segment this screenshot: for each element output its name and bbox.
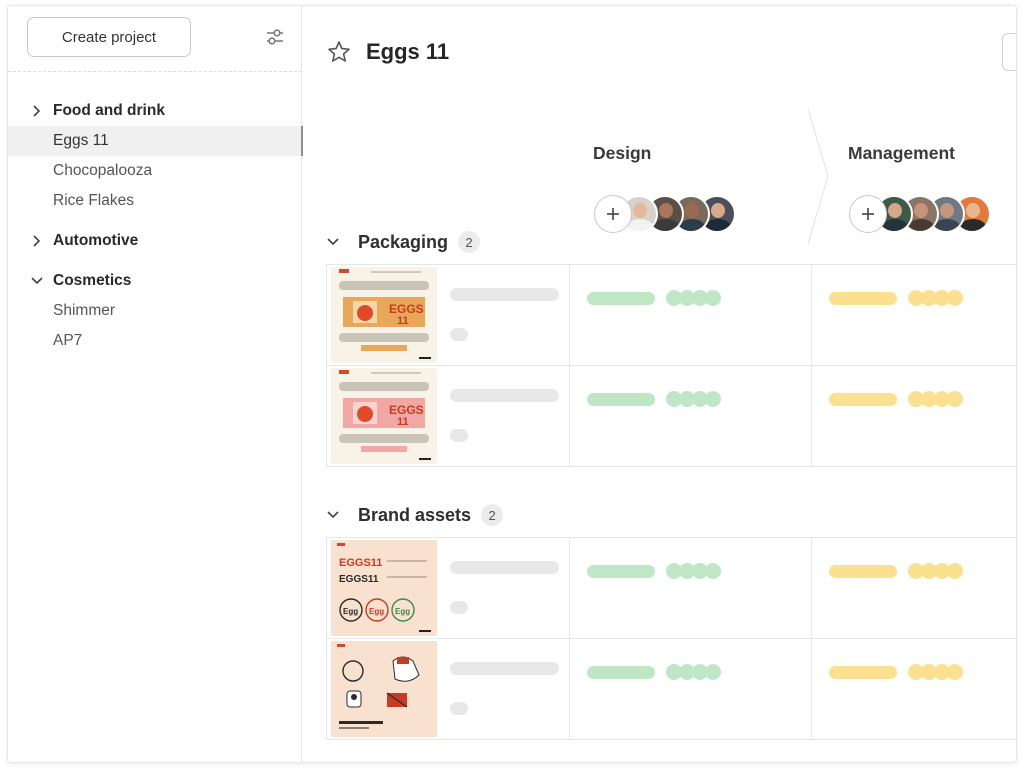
- brand-assets-table: EGGS11 EGGS11 Egg Egg Egg: [326, 537, 1016, 740]
- management-status-bar[interactable]: [829, 393, 897, 406]
- title-skeleton: [450, 561, 559, 574]
- management-reviewer-dots: [908, 563, 963, 579]
- sidebar: Create project Food and drink Eggs 11 Ch…: [8, 6, 303, 762]
- management-status-bar[interactable]: [829, 565, 897, 578]
- tree-item-shimmer[interactable]: Shimmer: [8, 296, 302, 326]
- svg-text:EGGS: EGGS: [389, 403, 424, 417]
- tree-item-label: Eggs 11: [53, 132, 109, 149]
- tree-group-label: Cosmetics: [53, 272, 132, 289]
- svg-text:Egg: Egg: [395, 607, 410, 616]
- svg-text:EGGS11: EGGS11: [339, 557, 382, 569]
- design-assignees: [594, 195, 736, 233]
- table-row[interactable]: [326, 639, 1016, 740]
- tree-item-label: Rice Flakes: [53, 192, 134, 209]
- add-assignee-button[interactable]: [594, 195, 632, 233]
- management-reviewer-dots: [908, 290, 963, 306]
- chevron-down-icon: [31, 277, 43, 285]
- stage-separator-chevron: [807, 109, 829, 244]
- table-row[interactable]: EGGS 11: [326, 265, 1016, 366]
- stage-header-management: Management: [848, 143, 955, 163]
- group-header-packaging[interactable]: Packaging 2: [326, 228, 481, 256]
- tree-group-cosmetics[interactable]: Cosmetics: [8, 266, 302, 296]
- meta-skeleton: [450, 429, 468, 442]
- svg-text:EGGS: EGGS: [389, 302, 424, 316]
- tree-item-rice-flakes[interactable]: Rice Flakes: [8, 186, 302, 216]
- table-row[interactable]: EGGS11 EGGS11 Egg Egg Egg: [326, 538, 1016, 639]
- asset-thumbnail[interactable]: EGGS 11: [331, 267, 437, 363]
- svg-text:11: 11: [397, 315, 409, 327]
- asset-thumbnail[interactable]: EGGS 11: [331, 368, 437, 464]
- management-status-bar[interactable]: [829, 666, 897, 679]
- tree-group-label: Automotive: [53, 232, 139, 249]
- sidebar-divider: [8, 71, 302, 72]
- table-row[interactable]: EGGS 11: [326, 366, 1016, 467]
- svg-text:11: 11: [397, 416, 409, 428]
- title-skeleton: [450, 288, 559, 301]
- packaging-table: EGGS 11 EGGS 11: [326, 264, 1016, 467]
- svg-text:Egg: Egg: [369, 607, 384, 616]
- management-reviewer-dots: [908, 391, 963, 407]
- plus-icon: [607, 208, 619, 220]
- title-skeleton: [450, 662, 559, 675]
- meta-skeleton: [450, 601, 468, 614]
- asset-thumbnail[interactable]: EGGS11 EGGS11 Egg Egg Egg: [331, 540, 437, 636]
- stage-header-design: Design: [593, 143, 652, 163]
- tree-group-automotive[interactable]: Automotive: [8, 226, 302, 256]
- add-assignee-button[interactable]: [849, 195, 887, 233]
- filter-settings-icon[interactable]: [264, 26, 286, 48]
- project-tree: Food and drink Eggs 11 Chocopalooza Rice…: [8, 96, 303, 356]
- plus-icon: [862, 208, 874, 220]
- management-reviewer-dots: [908, 664, 963, 680]
- meta-skeleton: [450, 328, 468, 341]
- design-reviewer-dots: [666, 664, 721, 680]
- design-reviewer-dots: [666, 391, 721, 407]
- management-assignees: [849, 195, 991, 233]
- tree-item-label: AP7: [53, 332, 83, 349]
- group-header-brand-assets[interactable]: Brand assets 2: [326, 501, 504, 529]
- app-window: Create project Food and drink Eggs 11 Ch…: [7, 5, 1017, 763]
- design-status-bar[interactable]: [587, 666, 655, 679]
- title-skeleton: [450, 389, 559, 402]
- tree-group-label: Food and drink: [53, 102, 165, 119]
- tree-group-food-and-drink[interactable]: Food and drink: [8, 96, 302, 126]
- chevron-down-icon: [327, 238, 339, 246]
- tree-item-chocopalooza[interactable]: Chocopalooza: [8, 156, 302, 186]
- overflow-button[interactable]: [1002, 33, 1016, 71]
- group-name: Brand assets: [358, 504, 472, 525]
- count-badge: 2: [481, 504, 504, 526]
- tree-item-ap7[interactable]: AP7: [8, 326, 302, 356]
- tree-item-label: Shimmer: [53, 302, 116, 319]
- asset-thumbnail[interactable]: [331, 641, 437, 737]
- chevron-right-icon: [33, 105, 41, 117]
- chevron-down-icon: [327, 511, 339, 519]
- count-badge: 2: [458, 231, 481, 253]
- design-status-bar[interactable]: [587, 292, 655, 305]
- management-status-bar[interactable]: [829, 292, 897, 305]
- chevron-right-icon: [33, 235, 41, 247]
- svg-text:Egg: Egg: [343, 607, 358, 616]
- design-status-bar[interactable]: [587, 393, 655, 406]
- page-title: Eggs 11: [366, 39, 450, 64]
- group-name: Packaging: [358, 231, 449, 252]
- star-icon[interactable]: [327, 40, 351, 64]
- design-status-bar[interactable]: [587, 565, 655, 578]
- project-board: Eggs 11 Design Management Packaging 2 EG…: [303, 6, 1016, 762]
- tree-item-label: Chocopalooza: [53, 162, 153, 179]
- design-reviewer-dots: [666, 290, 721, 306]
- svg-text:EGGS11: EGGS11: [339, 574, 379, 585]
- tree-item-eggs-11[interactable]: Eggs 11: [8, 126, 303, 156]
- meta-skeleton: [450, 702, 468, 715]
- design-reviewer-dots: [666, 563, 721, 579]
- create-project-button[interactable]: Create project: [27, 17, 191, 57]
